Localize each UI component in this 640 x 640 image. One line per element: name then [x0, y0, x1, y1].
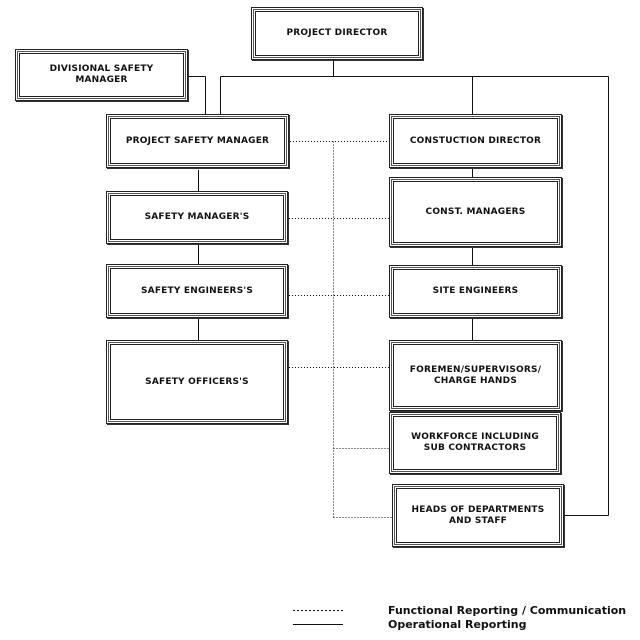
node-foremen: FOREMEN/SUPERVISORS/ CHARGE HANDS: [391, 342, 560, 409]
node-divisional-safety-manager: DIVISIONAL SAFETY MANAGER: [17, 51, 186, 99]
node-safety-managers: SAFETY MANAGER'S: [108, 193, 286, 242]
node-construction-director: CONSTUCTION DIRECTOR: [391, 116, 560, 166]
node-workforce: WORKFORCE INCLUDING SUB CONTRACTORS: [391, 414, 559, 472]
node-heads-of-departments: HEADS OF DEPARTMENTS AND STAFF: [394, 486, 562, 545]
legend-swatches: [293, 610, 343, 625]
node-label: PROJECT DIRECTOR: [286, 28, 388, 38]
node-label: CONST. MANAGERS: [425, 206, 526, 217]
node-site-engineers: SITE ENGINEERS: [391, 267, 560, 316]
node-safety-engineers: SAFETY ENGINEERS'S: [108, 266, 286, 316]
node-label: DIVISIONAL SAFETY MANAGER: [49, 64, 154, 85]
node-project-safety-manager: PROJECT SAFETY MANAGER: [108, 116, 287, 166]
node-project-director: PROJECT DIRECTOR: [253, 9, 421, 58]
node-label: SITE ENGINEERS: [432, 286, 519, 296]
node-label: SAFETY OFFICERS'S: [145, 376, 249, 387]
node-label: SAFETY MANAGER'S: [144, 212, 250, 222]
node-label: WORKFORCE INCLUDING SUB CONTRACTORS: [411, 432, 539, 453]
node-label: CONSTUCTION DIRECTOR: [409, 135, 542, 146]
node-label: FOREMEN/SUPERVISORS/ CHARGE HANDS: [409, 364, 542, 386]
node-label: HEADS OF DEPARTMENTS AND STAFF: [411, 504, 545, 526]
node-const-managers: CONST. MANAGERS: [391, 179, 560, 245]
node-label: PROJECT SAFETY MANAGER: [125, 135, 270, 146]
legend-operational-label: Operational Reporting: [388, 618, 527, 631]
node-safety-officers: SAFETY OFFICERS'S: [108, 342, 286, 422]
functional-lines: [286, 141, 394, 518]
node-label: SAFETY ENGINEERS'S: [140, 285, 254, 296]
legend-functional-label: Functional Reporting / Communication: [388, 604, 627, 617]
